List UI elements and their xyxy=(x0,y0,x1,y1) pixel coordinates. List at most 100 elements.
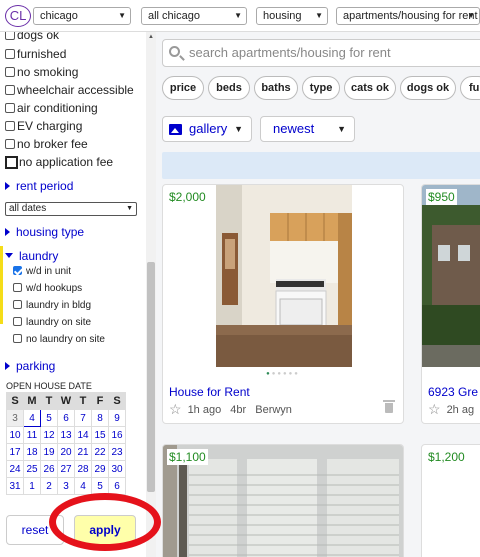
chip-beds[interactable]: beds xyxy=(208,76,250,100)
laundry-wd-in-unit[interactable]: w/d in unit xyxy=(13,266,71,277)
checkbox[interactable] xyxy=(5,103,15,113)
scroll-up-icon[interactable]: ▲ xyxy=(146,34,156,40)
chip-furnished[interactable]: fu xyxy=(460,76,480,100)
calendar-day[interactable]: 23 xyxy=(108,443,126,461)
filter-air-conditioning[interactable]: air conditioning xyxy=(5,101,98,116)
calendar-day[interactable]: 6 xyxy=(108,477,126,495)
calendar-day[interactable]: 31 xyxy=(6,477,24,495)
category-select[interactable]: housing ▼ xyxy=(256,7,328,25)
calendar-day[interactable]: 4 xyxy=(23,409,41,427)
filter-ev-charging[interactable]: EV charging xyxy=(5,119,82,134)
calendar-day[interactable]: 24 xyxy=(6,460,24,478)
checkbox[interactable] xyxy=(13,283,22,292)
chip-type[interactable]: type xyxy=(302,76,340,100)
apply-button[interactable]: apply xyxy=(74,515,136,545)
chip-price[interactable]: price xyxy=(162,76,204,100)
calendar-day[interactable]: 16 xyxy=(108,426,126,444)
filter-dogs-ok[interactable]: dogs ok xyxy=(5,32,59,43)
calendar-day[interactable]: 27 xyxy=(57,460,75,478)
calendar-day[interactable]: 19 xyxy=(40,443,58,461)
calendar-day[interactable]: 11 xyxy=(23,426,41,444)
listing-card[interactable]: $2,000 ●●●●●● House for Rent ☆ 1h ago 4br… xyxy=(162,184,404,424)
laundry-none[interactable]: no laundry on site xyxy=(13,334,105,345)
calendar-day[interactable]: 21 xyxy=(74,443,92,461)
search-input[interactable]: search apartments/housing for rent xyxy=(162,39,480,67)
checkbox[interactable] xyxy=(5,32,15,40)
checkbox[interactable] xyxy=(5,121,15,131)
caret-right-icon xyxy=(5,182,10,190)
area-select[interactable]: all chicago ▼ xyxy=(141,7,247,25)
gallery-icon xyxy=(169,124,182,135)
calendar-day[interactable]: 29 xyxy=(91,460,109,478)
listing-card[interactable]: $1,200 xyxy=(421,444,480,557)
view-mode-select[interactable]: gallery ▼ xyxy=(162,116,252,142)
calendar-day[interactable]: 8 xyxy=(91,409,109,427)
calendar-day[interactable]: 9 xyxy=(108,409,126,427)
listing-title[interactable]: House for Rent xyxy=(169,385,250,399)
chevron-down-icon: ▼ xyxy=(337,124,346,134)
laundry-in-bldg[interactable]: laundry in bldg xyxy=(13,300,91,311)
favorite-star-icon[interactable]: ☆ xyxy=(169,401,182,418)
listing-card[interactable]: $1,100 xyxy=(162,444,404,557)
listing-card[interactable]: $950 6923 Gre ☆ 2h ag xyxy=(421,184,480,424)
housing-type-toggle[interactable]: housing type xyxy=(5,225,84,239)
filter-furnished[interactable]: furnished xyxy=(5,47,66,62)
listing-title[interactable]: 6923 Gre xyxy=(428,385,478,399)
craigslist-logo[interactable]: CL xyxy=(5,5,31,27)
laundry-toggle[interactable]: laundry xyxy=(5,249,58,263)
checkbox[interactable] xyxy=(13,300,22,309)
calendar-day[interactable]: 4 xyxy=(74,477,92,495)
parking-toggle[interactable]: parking xyxy=(5,359,55,373)
calendar-day[interactable]: 30 xyxy=(108,460,126,478)
photo-pager[interactable]: ●●●●●● xyxy=(163,371,403,377)
reset-button[interactable]: reset xyxy=(6,515,64,545)
calendar-day[interactable]: 13 xyxy=(57,426,75,444)
scrollbar-thumb[interactable] xyxy=(147,262,155,492)
calendar-day[interactable]: 1 xyxy=(23,477,41,495)
calendar-day[interactable]: 5 xyxy=(91,477,109,495)
chip-baths[interactable]: baths xyxy=(254,76,298,100)
calendar-day[interactable]: 18 xyxy=(23,443,41,461)
sort-select[interactable]: newest ▼ xyxy=(260,116,355,142)
chip-dogs-ok[interactable]: dogs ok xyxy=(400,76,456,100)
checkbox[interactable] xyxy=(5,49,15,59)
calendar-day[interactable]: 17 xyxy=(6,443,24,461)
checkbox-checked[interactable] xyxy=(13,266,22,275)
checkbox[interactable] xyxy=(13,317,22,326)
calendar-day[interactable]: 15 xyxy=(91,426,109,444)
hide-listing-icon[interactable] xyxy=(383,400,395,413)
filter-no-broker-fee[interactable]: no broker fee xyxy=(5,137,88,152)
calendar-day[interactable]: 10 xyxy=(6,426,24,444)
laundry-on-site[interactable]: laundry on site xyxy=(13,317,91,328)
checkbox[interactable] xyxy=(5,139,15,149)
calendar-day[interactable]: 3 xyxy=(57,477,75,495)
calendar-day[interactable]: 6 xyxy=(57,409,75,427)
listing-photo[interactable] xyxy=(216,185,352,367)
filter-no-application-fee[interactable]: no application fee xyxy=(5,155,113,170)
sidebar-scrollbar[interactable]: ▲ xyxy=(146,32,156,557)
listing-photo[interactable] xyxy=(422,185,480,367)
calendar-day[interactable]: 26 xyxy=(40,460,58,478)
calendar-day[interactable]: 14 xyxy=(74,426,92,444)
filter-no-smoking[interactable]: no smoking xyxy=(5,65,78,80)
calendar-day[interactable]: 25 xyxy=(23,460,41,478)
calendar-day[interactable]: 22 xyxy=(91,443,109,461)
calendar-day[interactable]: 20 xyxy=(57,443,75,461)
laundry-wd-hookups[interactable]: w/d hookups xyxy=(13,283,82,294)
calendar-day[interactable]: 28 xyxy=(74,460,92,478)
checkbox[interactable] xyxy=(5,67,15,77)
checkbox[interactable] xyxy=(5,85,15,95)
calendar-day[interactable]: 7 xyxy=(74,409,92,427)
calendar-day[interactable]: 12 xyxy=(40,426,58,444)
calendar-day[interactable]: 2 xyxy=(40,477,58,495)
filter-wheelchair[interactable]: wheelchair accessible xyxy=(5,83,134,98)
checkbox[interactable] xyxy=(5,156,18,169)
rent-period-toggle[interactable]: rent period xyxy=(5,179,73,193)
location-select[interactable]: chicago ▼ xyxy=(33,7,131,25)
favorite-star-icon[interactable]: ☆ xyxy=(428,401,441,418)
chip-cats-ok[interactable]: cats ok xyxy=(344,76,396,100)
subcategory-select[interactable]: apartments/housing for rent ▼ xyxy=(336,7,480,25)
checkbox[interactable] xyxy=(13,334,22,343)
calendar-day[interactable]: 5 xyxy=(40,409,58,427)
dates-select[interactable]: all dates ▼ xyxy=(5,202,137,216)
